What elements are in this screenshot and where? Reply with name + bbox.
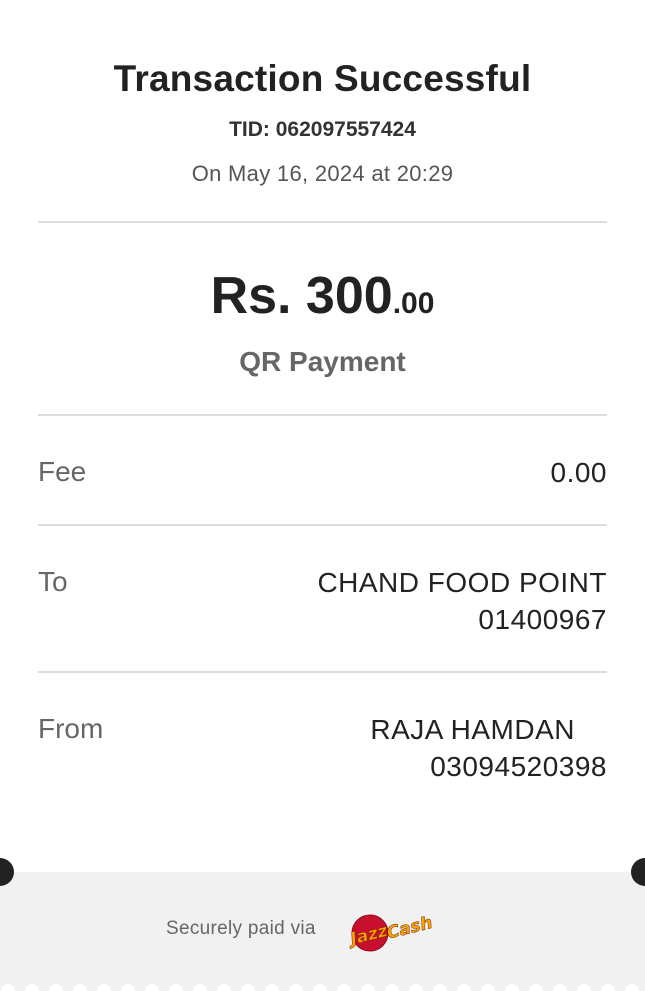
from-number: 03094520398 [430,751,607,782]
to-number: 01400967 [478,604,607,635]
svg-text:Cash: Cash [385,913,435,944]
fee-label: Fee [38,456,87,487]
amount-decimal: .00 [392,287,435,320]
transaction-date: On May 16, 2024 at 20:29 [191,161,454,186]
transaction-id: TID: 062097557424 [229,118,416,141]
amount-display: Rs. 300.00 [0,266,645,326]
secure-text: Securely paid via [166,918,316,939]
page-title: Transaction Successful [113,58,532,99]
to-name: CHAND FOOD POINT [317,567,607,598]
divider [38,524,607,526]
to-recipient: CHAND FOOD POINT 01400967 [317,564,607,638]
divider [38,414,607,416]
fee-value: 0.00 [550,457,607,488]
amount-main: Rs. 300 [210,267,393,325]
from-sender: RAJA HAMDAN 03094520398 [370,711,607,785]
receipt-footer [0,872,645,991]
from-label: From [38,713,104,744]
jazzcash-logo: Jazz Cash [346,913,435,952]
divider [38,221,607,223]
torn-edge [1,984,639,991]
to-label: To [38,566,68,597]
transaction-receipt: Transaction Successful TID: 062097557424… [0,0,645,991]
payment-type: QR Payment [239,346,406,377]
from-name: RAJA HAMDAN [370,714,575,745]
divider [38,671,607,673]
